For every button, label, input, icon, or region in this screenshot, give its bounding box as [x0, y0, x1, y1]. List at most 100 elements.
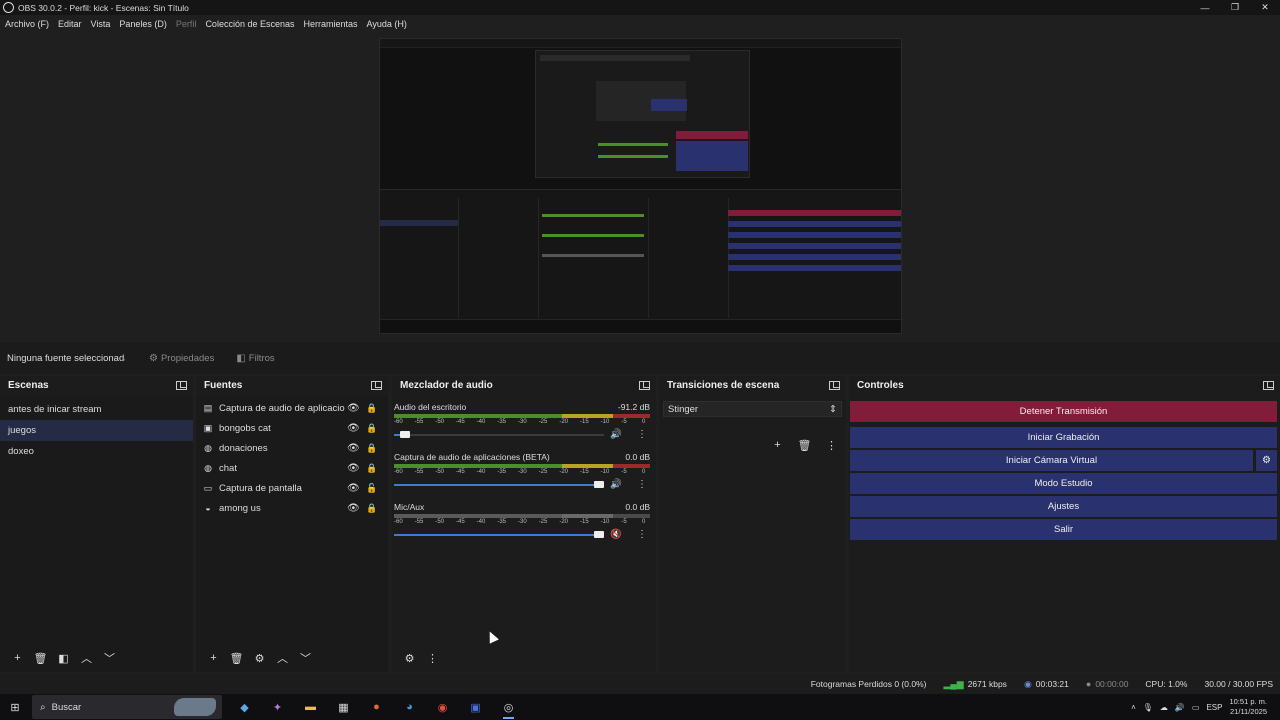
obs-app-icon[interactable]: ◎ [492, 694, 525, 720]
source-item[interactable]: ◒ among us 👁 🔒 [196, 498, 388, 518]
meter-tick-label: -40 [476, 519, 486, 525]
unlock-icon[interactable]: 🔓 [366, 483, 377, 494]
close-button[interactable]: ✕ [1250, 0, 1280, 15]
undock-icon[interactable] [829, 381, 840, 390]
clock[interactable]: 10:51 p. m. 21/11/2025 [1229, 697, 1274, 717]
add-scene-icon[interactable]: + [6, 652, 29, 664]
display-icon[interactable]: ▭ [1192, 703, 1200, 712]
meter-tick-label: -5 [621, 469, 627, 475]
record-icon: ● [1085, 679, 1092, 689]
visibility-eye-icon[interactable]: 👁 [347, 503, 360, 514]
move-up-icon[interactable]: ︿ [75, 650, 98, 666]
minimize-button[interactable]: — [1190, 0, 1220, 15]
chevron-up-icon[interactable]: ˄ [1131, 703, 1136, 712]
game-capture-icon: ◒ [205, 503, 211, 513]
start-recording-button[interactable]: Iniciar Grabación [850, 427, 1277, 448]
chrome-icon[interactable]: ◉ [426, 694, 459, 720]
microphone-icon[interactable]: 🎙 [1143, 703, 1153, 712]
channel-name: Mic/Aux [394, 502, 425, 512]
remove-transition-icon[interactable]: 🗑 [791, 439, 818, 452]
lock-icon[interactable]: 🔒 [366, 443, 377, 454]
taskbar-search[interactable]: ⌕ Buscar [32, 695, 222, 719]
network-icon[interactable]: ☁ [1160, 703, 1168, 712]
source-item[interactable]: ▣ bongobs cat 👁 🔒 [196, 418, 388, 438]
menu-file[interactable]: Archivo (F) [5, 19, 49, 29]
studio-mode-button[interactable]: Modo Estudio [850, 473, 1277, 494]
meter-tick-label: -50 [435, 469, 444, 475]
firefox-icon[interactable]: ● [360, 694, 393, 720]
source-item[interactable]: ▤ Captura de audio de aplicaciones 👁 🔒 [196, 398, 388, 418]
stop-streaming-button[interactable]: Detener Transmisión [850, 401, 1277, 422]
scene-item-selected[interactable]: juegos [0, 420, 193, 441]
visibility-eye-icon[interactable]: 👁 [347, 443, 360, 454]
speaker-icon[interactable]: 🔊 [610, 429, 622, 440]
language-indicator[interactable]: ESP [1206, 703, 1222, 712]
visibility-eye-icon[interactable]: 👁 [347, 483, 360, 494]
edge-icon[interactable]: ◕ [393, 694, 426, 720]
restore-button[interactable]: ❐ [1220, 0, 1250, 15]
microsoft-store-icon[interactable]: ▦ [327, 694, 360, 720]
lock-icon[interactable]: 🔒 [366, 503, 377, 514]
undock-icon[interactable] [1263, 381, 1274, 390]
app-icon[interactable]: ▣ [459, 694, 492, 720]
visibility-eye-icon[interactable]: 👁 [347, 423, 360, 434]
lock-icon[interactable]: 🔒 [366, 403, 377, 414]
menu-scene-collection[interactable]: Colección de Escenas [205, 19, 294, 29]
speaker-icon[interactable]: 🔊 [1175, 703, 1185, 712]
exit-button[interactable]: Salir [850, 519, 1277, 540]
more-options-icon[interactable]: ⋮ [637, 429, 647, 440]
speaker-icon[interactable]: 🔊 [610, 479, 622, 490]
visibility-eye-icon[interactable]: 👁 [347, 463, 360, 474]
filters-label: Filtros [248, 352, 275, 364]
more-options-icon[interactable]: ⋮ [818, 439, 845, 452]
lock-icon[interactable]: 🔒 [366, 463, 377, 474]
remove-source-icon[interactable]: 🗑 [225, 652, 248, 665]
source-item[interactable]: ◍ donaciones 👁 🔒 [196, 438, 388, 458]
filters-button[interactable]: ◧ Filtros [236, 353, 274, 364]
settings-button[interactable]: Ajustes [850, 496, 1277, 517]
visibility-eye-icon[interactable]: 👁 [347, 403, 360, 414]
volume-slider[interactable]: 🔊 ⋮ [394, 478, 650, 492]
source-item[interactable]: ▭ Captura de pantalla 👁 🔓 [196, 478, 388, 498]
move-down-icon[interactable]: ﹀ [98, 650, 121, 666]
scene-filters-icon[interactable]: ◧ [52, 652, 75, 665]
properties-button[interactable]: ⚙ Propiedades [149, 353, 214, 364]
menu-view[interactable]: Vista [91, 19, 111, 29]
transition-select[interactable]: Stinger ⇕ [663, 401, 842, 417]
advanced-audio-icon[interactable]: ⚙ [398, 652, 421, 665]
add-transition-icon[interactable]: + [764, 439, 791, 452]
more-options-icon[interactable]: ⋮ [421, 652, 444, 665]
file-explorer-icon[interactable]: ▬ [294, 694, 327, 720]
virtual-camera-settings-icon[interactable]: ⚙ [1256, 450, 1277, 471]
meter-tick-label: -10 [600, 469, 610, 475]
volume-slider[interactable]: 🔊 ⋮ [394, 428, 650, 442]
move-up-icon[interactable]: ︿ [271, 650, 294, 666]
scene-item[interactable]: doxeo [0, 441, 193, 462]
menu-docks[interactable]: Paneles (D) [119, 19, 167, 29]
undock-icon[interactable] [176, 381, 187, 390]
program-preview[interactable] [379, 38, 902, 334]
copilot-app-icon[interactable]: ✦ [261, 694, 294, 720]
copilot-icon[interactable]: ◆ [228, 694, 261, 720]
undock-icon[interactable] [371, 381, 382, 390]
muted-speaker-icon[interactable]: 🔇 [610, 529, 622, 540]
move-down-icon[interactable]: ﹀ [294, 650, 317, 666]
more-options-icon[interactable]: ⋮ [637, 529, 647, 540]
start-virtual-camera-button[interactable]: Iniciar Cámara Virtual [850, 450, 1253, 471]
menu-help[interactable]: Ayuda (H) [367, 19, 407, 29]
menu-profile[interactable]: Perfil [176, 19, 197, 29]
remove-scene-icon[interactable]: 🗑 [29, 652, 52, 665]
more-options-icon[interactable]: ⋮ [637, 479, 647, 490]
stream-time-status: ◉ 00:03:21 [1024, 679, 1069, 690]
windows-start-icon[interactable]: ⊞ [0, 694, 30, 720]
lock-icon[interactable]: 🔒 [366, 423, 377, 434]
source-properties-icon[interactable]: ⚙ [248, 652, 271, 665]
source-item[interactable]: ◍ chat 👁 🔒 [196, 458, 388, 478]
menu-edit[interactable]: Editar [58, 19, 82, 29]
channel-name: Captura de audio de aplicaciones (BETA) [394, 452, 550, 462]
menu-tools[interactable]: Herramientas [304, 19, 358, 29]
add-source-icon[interactable]: + [202, 652, 225, 664]
volume-slider[interactable]: 🔇 ⋮ [394, 528, 650, 542]
scene-item[interactable]: antes de inicar stream [0, 399, 193, 420]
undock-icon[interactable] [639, 381, 650, 390]
